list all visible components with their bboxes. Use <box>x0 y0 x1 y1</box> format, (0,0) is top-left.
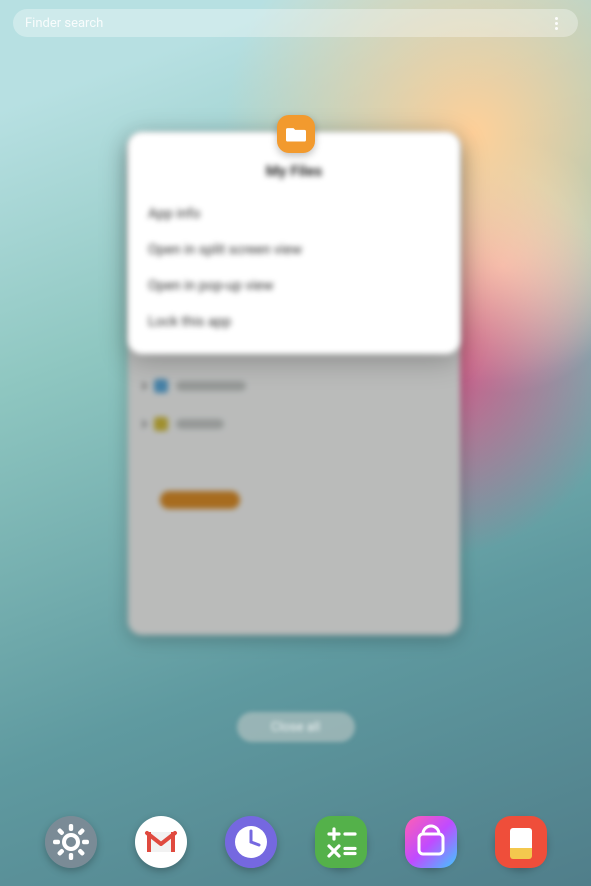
app-context-menu: My Files App info Open in split screen v… <box>128 132 460 354</box>
galaxy-store-app[interactable] <box>405 816 457 868</box>
gmail-app[interactable] <box>135 816 187 868</box>
home-screen-wallpaper: My Files App info Open in split screen v… <box>0 0 591 886</box>
my-files-app-icon[interactable] <box>277 115 315 153</box>
settings-app[interactable] <box>45 816 97 868</box>
finder-search-input[interactable] <box>25 16 546 31</box>
more-options-icon[interactable] <box>546 13 566 33</box>
finder-search-bar[interactable] <box>13 9 578 37</box>
menu-item-split-screen[interactable]: Open in split screen view <box>128 232 460 268</box>
menu-item-popup-view[interactable]: Open in pop-up view <box>128 268 460 304</box>
chevron-right-icon <box>139 420 147 428</box>
close-all-button[interactable]: Close all <box>237 712 355 742</box>
samsung-notes-app[interactable] <box>495 816 547 868</box>
popup-app-name: My Files <box>128 162 460 180</box>
chevron-right-icon <box>139 382 147 390</box>
storage-analysis-pill <box>160 491 240 509</box>
calculator-app[interactable] <box>315 816 367 868</box>
recents-dock <box>0 816 591 868</box>
menu-item-lock-app[interactable]: Lock this app <box>128 304 460 340</box>
menu-item-app-info[interactable]: App info <box>128 196 460 232</box>
clock-app[interactable] <box>225 816 277 868</box>
